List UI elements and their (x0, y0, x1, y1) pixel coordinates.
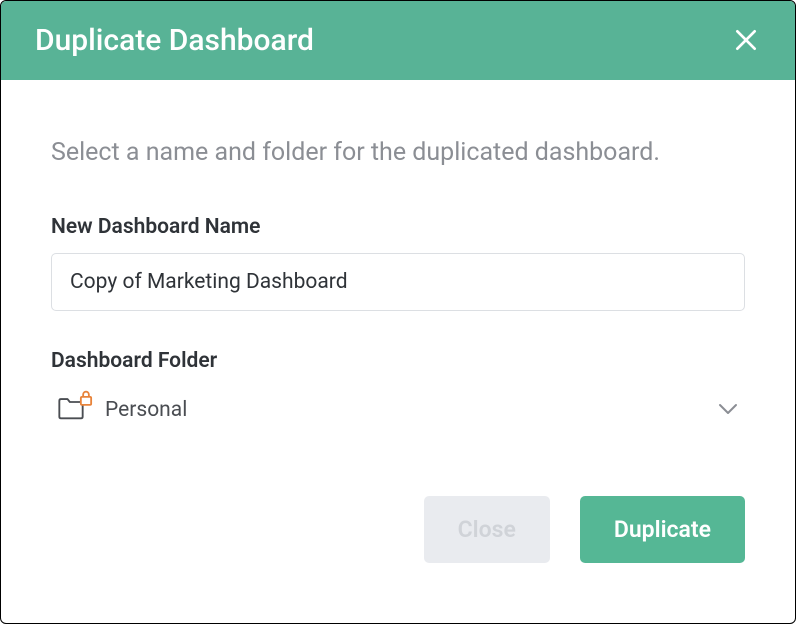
duplicate-dashboard-modal: Duplicate Dashboard Select a name and fo… (0, 0, 796, 624)
modal-header: Duplicate Dashboard (1, 1, 795, 80)
modal-body: Select a name and folder for the duplica… (1, 80, 795, 496)
duplicate-button[interactable]: Duplicate (580, 496, 745, 563)
name-field-group: New Dashboard Name (51, 215, 745, 311)
dashboard-name-input[interactable] (51, 253, 745, 311)
modal-title: Duplicate Dashboard (35, 23, 314, 58)
folder-select[interactable]: Personal (51, 387, 745, 433)
folder-select-left: Personal (57, 397, 187, 423)
name-field-label: New Dashboard Name (51, 215, 745, 239)
folder-field-label: Dashboard Folder (51, 349, 745, 373)
folder-field-group: Dashboard Folder Personal (51, 349, 745, 433)
modal-footer: Close Duplicate (1, 496, 795, 623)
folder-value: Personal (105, 398, 187, 422)
close-button[interactable]: Close (424, 496, 550, 563)
instruction-text: Select a name and folder for the duplica… (51, 138, 745, 167)
chevron-down-icon (717, 401, 739, 420)
close-icon[interactable] (733, 27, 761, 55)
folder-locked-icon (57, 397, 87, 423)
